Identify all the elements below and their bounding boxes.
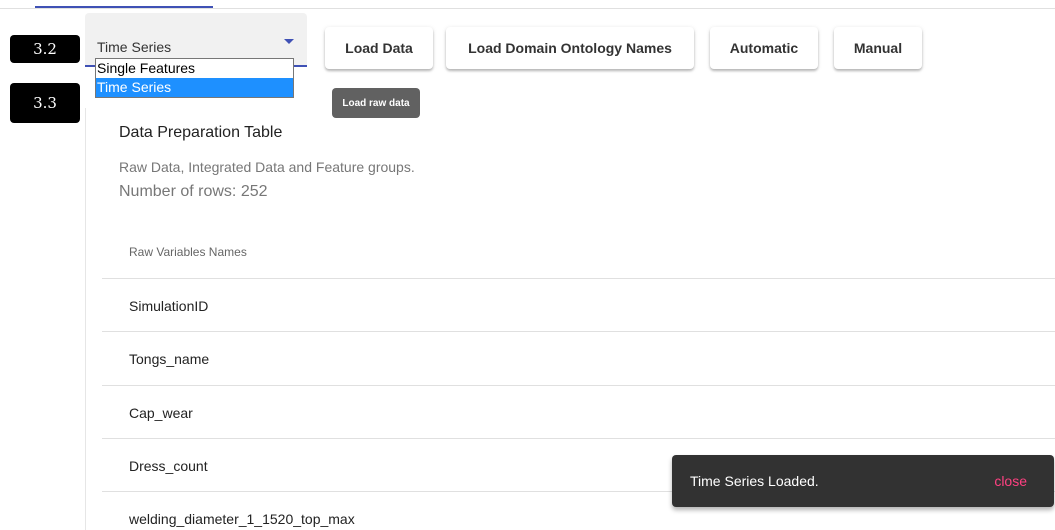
dropdown-arrow-icon[interactable] [284,39,294,44]
snackbar: Time Series Loaded. close [672,455,1054,507]
row-divider [102,385,1055,386]
active-tab-indicator [35,6,213,8]
row-count-value: 252 [240,183,268,200]
row-count: Number of rows: 252 [119,183,268,201]
step-badge-select: 3.2 [10,35,80,63]
load-data-tooltip: Load raw data [332,88,420,118]
snackbar-message: Time Series Loaded. [690,473,819,489]
row-divider [102,331,1055,332]
card-title: Data Preparation Table [119,124,283,141]
automatic-button[interactable]: Automatic [710,27,818,69]
row-divider [102,438,1055,439]
table-row-cell: SimulationID [129,298,209,314]
table-row-cell: Dress_count [129,458,208,474]
card-subtitle: Raw Data, Integrated Data and Feature gr… [119,159,415,175]
top-divider [0,8,1055,9]
option-single-features[interactable]: Single Features [96,59,293,78]
mode-select-value: Time Series [97,39,172,55]
manual-button[interactable]: Manual [834,27,922,69]
snackbar-close-button[interactable]: close [994,473,1027,489]
table-row-cell: welding_diameter_1_1520_top_max [129,511,355,527]
row-count-label: Number of rows: [119,183,237,200]
load-ontology-names-button[interactable]: Load Domain Ontology Names [446,27,694,69]
mode-options-list[interactable]: Single Features Time Series [95,58,294,98]
option-time-series[interactable]: Time Series [96,78,293,97]
row-divider [102,278,1055,279]
table-row-cell: Tongs_name [129,351,210,367]
load-data-button[interactable]: Load Data [325,27,433,69]
table-row-cell: Cap_wear [129,405,193,421]
step-badge-option: 3.3 [10,83,80,123]
content-left-border [85,108,86,530]
column-header-raw-variables: Raw Variables Names [129,245,247,259]
